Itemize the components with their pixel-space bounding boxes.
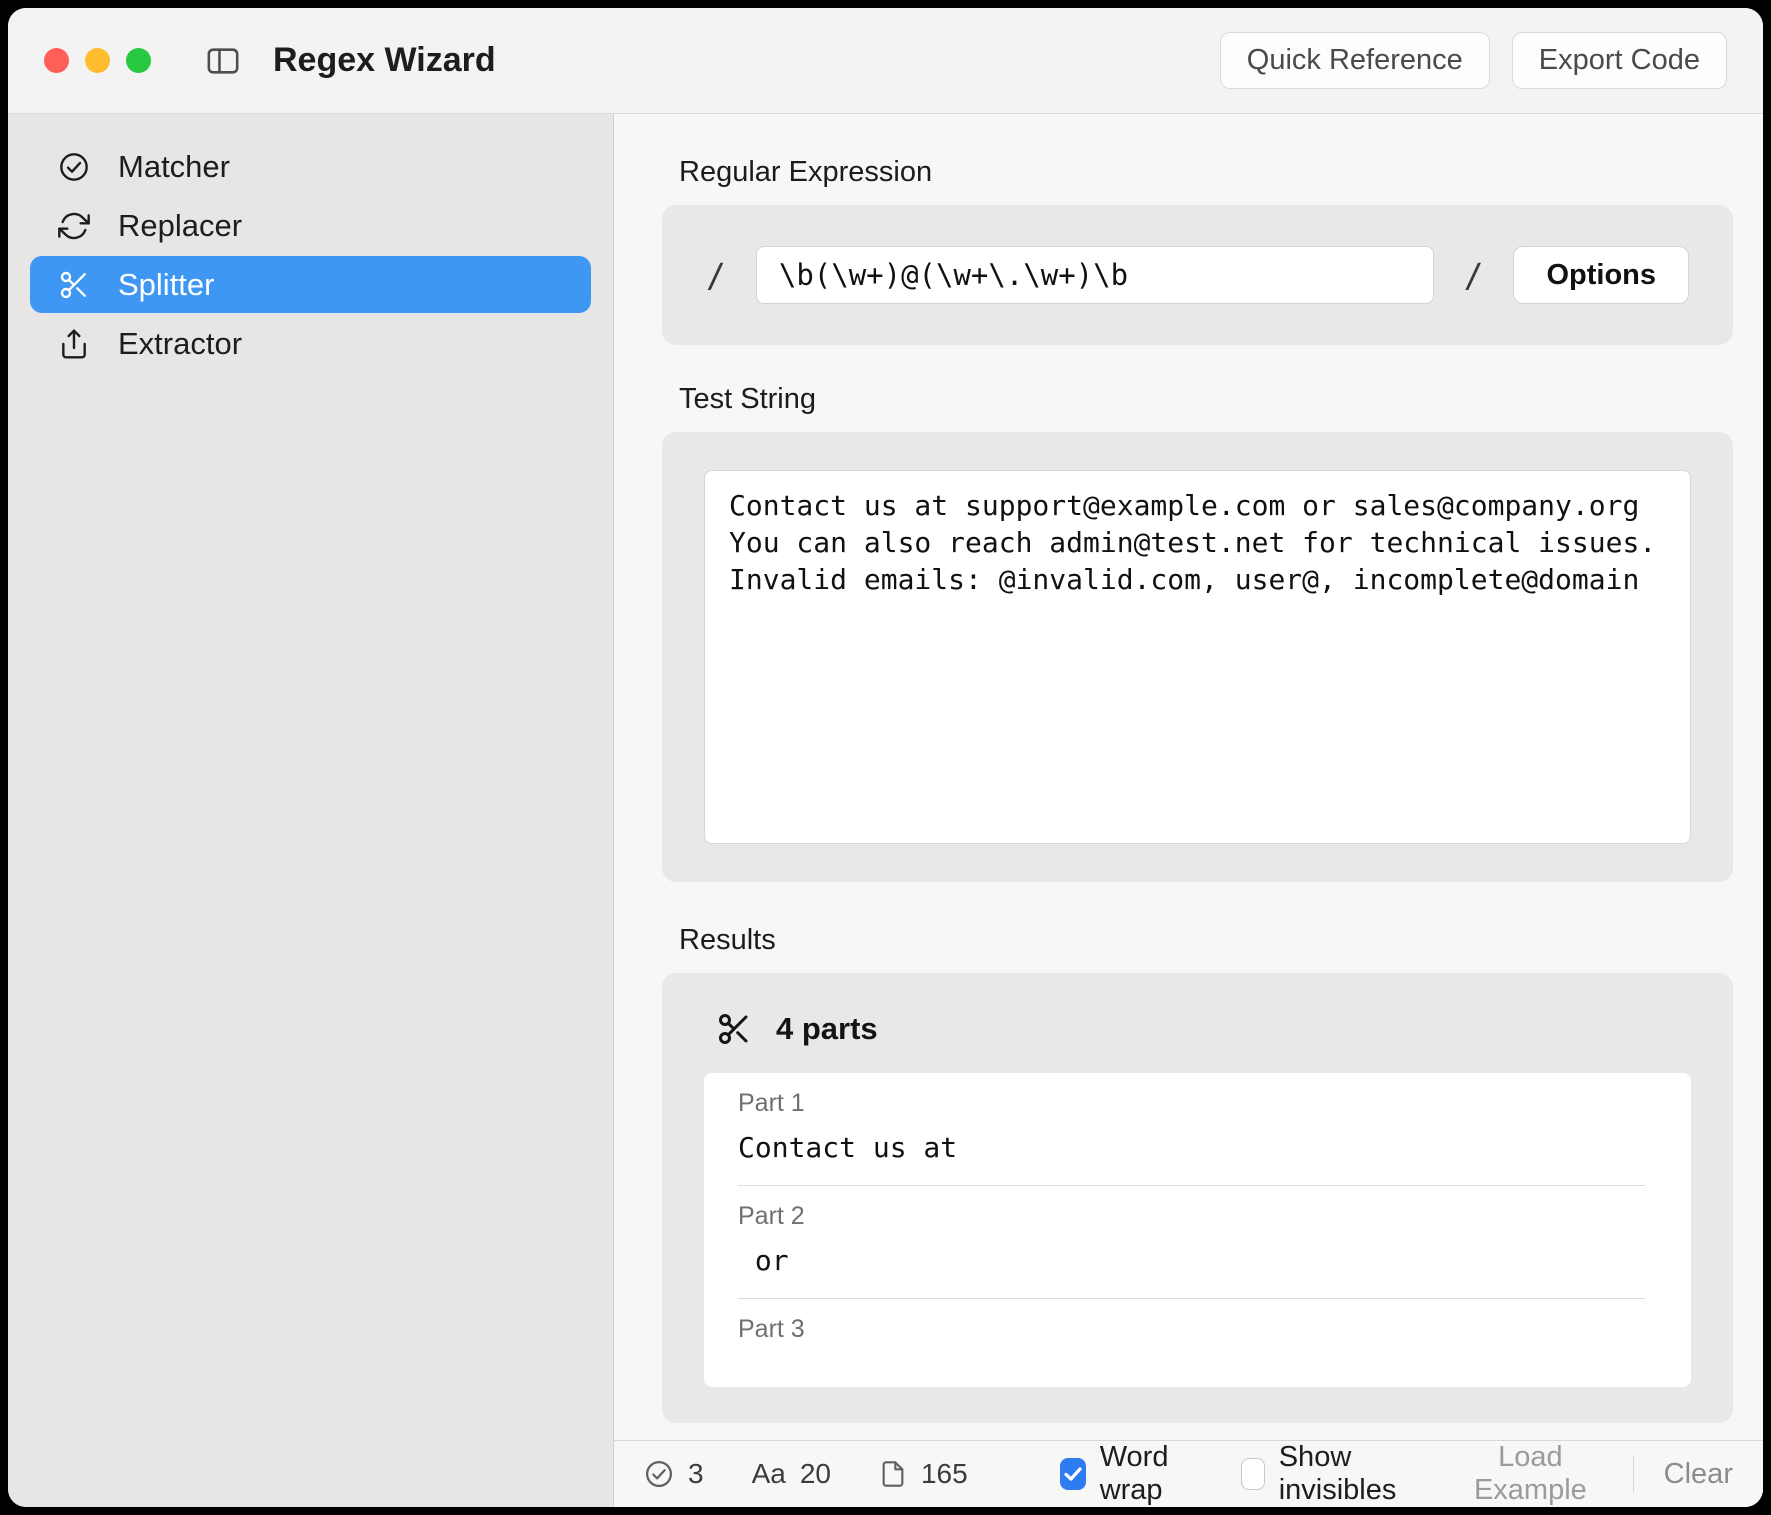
checkmark-circle-icon [644, 1459, 674, 1489]
app-window: Regex Wizard Quick Reference Export Code… [8, 8, 1763, 1507]
regex-pattern-input[interactable] [756, 246, 1434, 304]
regex-open-delimiter: / [706, 256, 726, 295]
text-size-label: Aa [752, 1458, 786, 1490]
word-wrap-label: Word wrap [1100, 1441, 1197, 1507]
sidebar-item-matcher[interactable]: Matcher [30, 138, 591, 195]
export-code-button[interactable]: Export Code [1512, 32, 1727, 89]
document-icon [879, 1460, 907, 1488]
sidebar-item-label: Matcher [118, 149, 230, 185]
titlebar: Regex Wizard Quick Reference Export Code [8, 8, 1763, 114]
results-summary: 4 parts [776, 1011, 878, 1047]
part-value: or [738, 1241, 1645, 1281]
sidebar-item-label: Splitter [118, 267, 214, 303]
results-section-label: Results [679, 924, 1733, 957]
regex-panel: / / Options [662, 205, 1733, 345]
sidebar: Matcher Replacer [8, 114, 614, 1507]
match-count-value: 3 [688, 1458, 704, 1490]
match-count-stat: 3 [644, 1458, 704, 1490]
test-string-input[interactable]: Contact us at support@example.com or sal… [704, 470, 1691, 844]
result-part: Part 3 You can also reach [738, 1299, 1645, 1387]
statusbar-divider [1633, 1456, 1634, 1492]
result-part: Part 1 Contact us at [738, 1073, 1645, 1186]
regex-section-label: Regular Expression [679, 156, 1733, 189]
share-icon [58, 328, 90, 360]
show-invisibles-label: Show invisibles [1279, 1441, 1422, 1507]
scissors-icon [58, 269, 90, 301]
part-label: Part 3 [738, 1315, 1645, 1344]
show-invisibles-toggle[interactable]: Show invisibles [1241, 1441, 1422, 1507]
statusbar: 3 Aa 20 165 [614, 1440, 1763, 1507]
results-list[interactable]: Part 1 Contact us at Part 2 or Part 3 Yo… [704, 1073, 1691, 1387]
char-count-stat: 165 [879, 1458, 968, 1490]
regex-close-delimiter: / [1464, 256, 1484, 295]
quick-reference-button[interactable]: Quick Reference [1220, 32, 1490, 89]
minimize-window-button[interactable] [85, 48, 110, 73]
result-part: Part 2 or [738, 1186, 1645, 1299]
close-window-button[interactable] [44, 48, 69, 73]
cycle-arrows-icon [58, 210, 90, 242]
word-wrap-checkbox[interactable] [1060, 1458, 1086, 1490]
part-label: Part 1 [738, 1089, 1645, 1118]
traffic-lights [44, 48, 151, 73]
show-invisibles-checkbox[interactable] [1241, 1458, 1265, 1490]
part-value: You can also reach [738, 1354, 1645, 1387]
test-string-section-label: Test String [679, 383, 1733, 416]
scissors-icon [716, 1011, 752, 1047]
sidebar-item-extractor[interactable]: Extractor [30, 315, 591, 372]
results-panel: 4 parts Part 1 Contact us at Part 2 or P [662, 973, 1733, 1423]
part-label: Part 2 [738, 1202, 1645, 1231]
load-example-button[interactable]: Load Example [1462, 1441, 1599, 1507]
window-title: Regex Wizard [273, 41, 496, 80]
checkmark-circle-icon [58, 151, 90, 183]
test-string-panel: Contact us at support@example.com or sal… [662, 432, 1733, 882]
word-wrap-toggle[interactable]: Word wrap [1060, 1441, 1197, 1507]
text-size-stat: Aa 20 [752, 1458, 831, 1490]
results-header: 4 parts [704, 999, 1691, 1073]
options-button[interactable]: Options [1513, 246, 1689, 304]
sidebar-item-replacer[interactable]: Replacer [30, 197, 591, 254]
clear-button[interactable]: Clear [1664, 1458, 1733, 1491]
char-count-value: 165 [921, 1458, 968, 1490]
zoom-window-button[interactable] [126, 48, 151, 73]
sidebar-item-label: Replacer [118, 208, 242, 244]
text-size-value: 20 [800, 1458, 831, 1490]
part-value: Contact us at [738, 1128, 1645, 1168]
sidebar-toggle-icon[interactable] [203, 44, 243, 78]
main-content: Regular Expression / / Options Test Stri… [614, 114, 1763, 1440]
sidebar-item-splitter[interactable]: Splitter [30, 256, 591, 313]
sidebar-item-label: Extractor [118, 326, 242, 362]
